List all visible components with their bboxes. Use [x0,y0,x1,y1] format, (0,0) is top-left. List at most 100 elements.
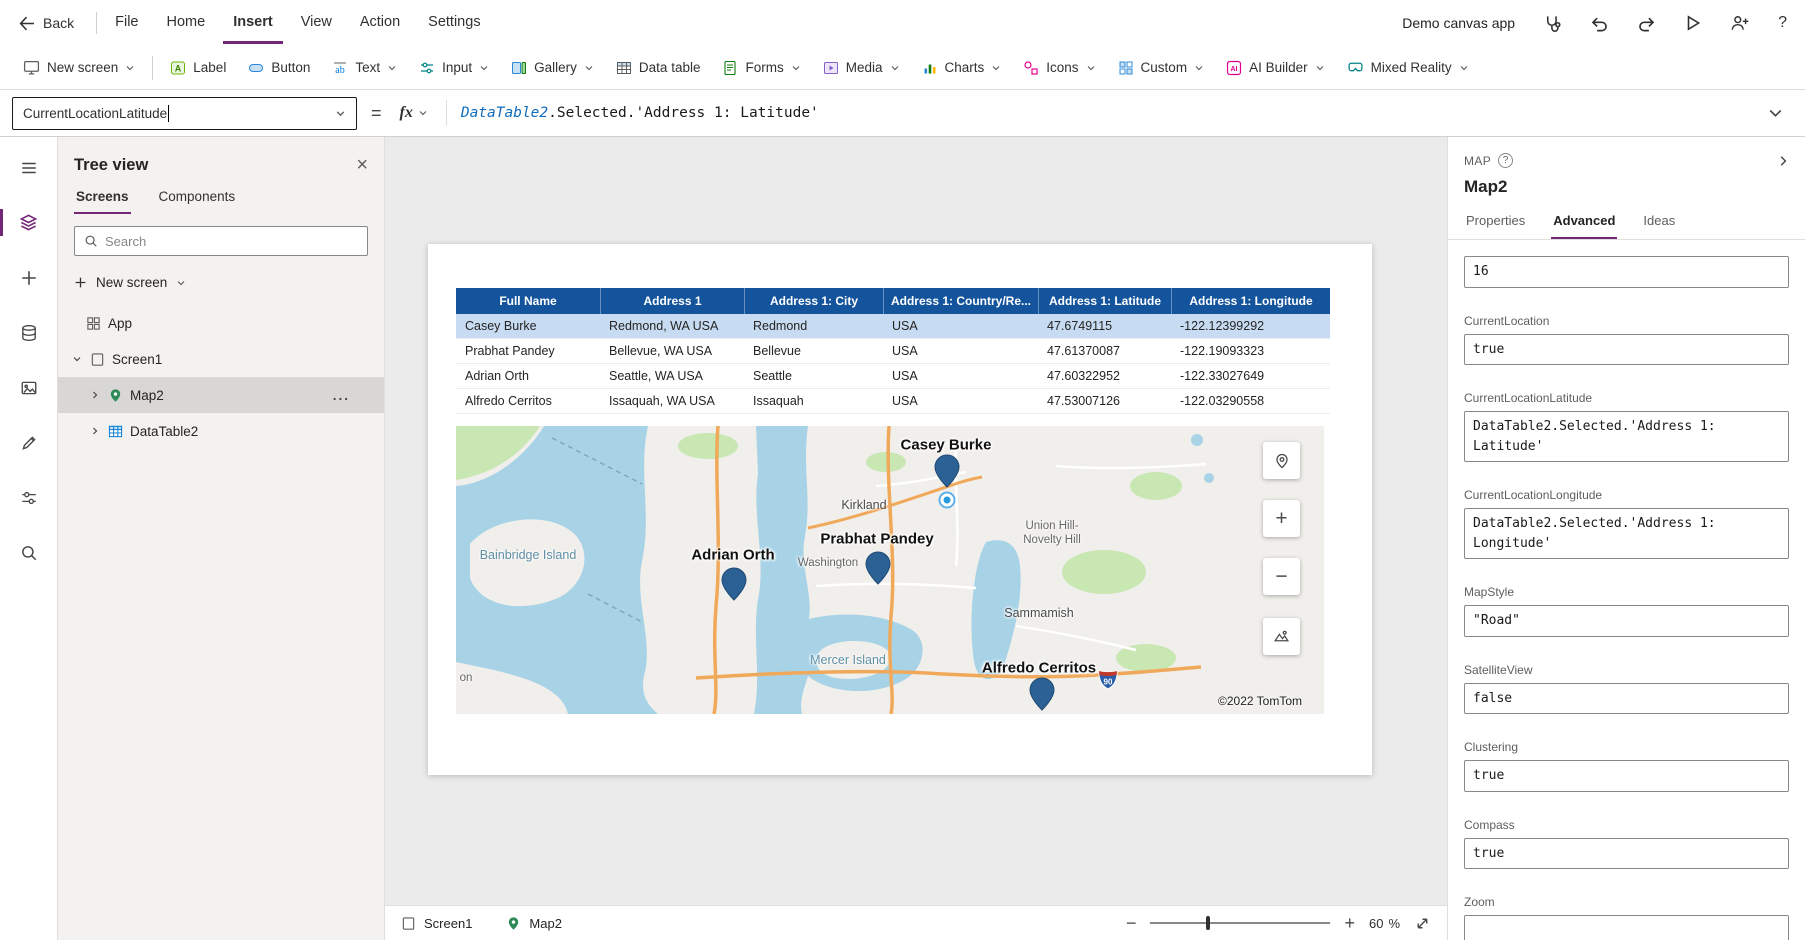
table-row[interactable]: Casey Burke Redmond, WA USA Redmond USA … [456,314,1330,339]
property-value-input[interactable]: true [1464,334,1789,366]
ribbon-new-screen[interactable]: New screen [12,51,146,84]
map-style-button[interactable] [1263,618,1300,655]
property-field: MapStyle "Road" [1464,585,1789,637]
formula-input[interactable]: DataTable2.Selected.'Address 1: Latitude… [461,105,819,121]
share-user-icon[interactable] [1730,13,1750,33]
ribbon-icons[interactable]: Icons [1012,52,1106,84]
ribbon-button[interactable]: Button [237,52,321,84]
property-value-input[interactable]: DataTable2.Selected.'Address 1: Longitud… [1464,508,1789,559]
back-button[interactable]: Back [18,15,74,32]
locate-me-button[interactable] [1263,442,1300,479]
advanced-properties-list: 16 CurrentLocation true CurrentLocationL… [1448,240,1805,940]
new-screen-button[interactable]: New screen [58,266,384,299]
advanced-tools-button[interactable] [0,415,58,470]
insert-button[interactable] [0,250,58,305]
charts-icon [922,60,938,76]
tab-components[interactable]: Components [157,183,238,214]
tree-view-button[interactable] [0,195,58,250]
app-checker-icon[interactable] [1543,14,1562,33]
canvas-zoom-in-button[interactable]: + [1344,913,1355,934]
ribbon-input[interactable]: Input [408,52,500,84]
search-button[interactable] [0,525,58,580]
redo-icon[interactable] [1637,14,1656,33]
property-value-input[interactable] [1464,915,1789,940]
ribbon-label[interactable]: A Label [159,52,237,84]
zoom-slider-handle[interactable] [1206,916,1210,930]
map-pin[interactable] [934,454,960,488]
chevron-right-icon[interactable] [89,426,101,436]
tab-advanced[interactable]: Advanced [1551,209,1617,239]
ribbon-mixed-reality[interactable]: Mixed Reality [1336,51,1480,84]
ribbon-forms[interactable]: Forms [711,52,811,84]
chevron-down-icon[interactable] [71,354,83,364]
property-value-input[interactable]: true [1464,760,1789,792]
table-row[interactable]: Adrian Orth Seattle, WA USA Seattle USA … [456,364,1330,389]
canvas-zoom-percent[interactable]: 60% [1369,916,1400,931]
menu-item-action[interactable]: Action [350,3,410,44]
menu-item-home[interactable]: Home [157,3,216,44]
tab-properties[interactable]: Properties [1464,209,1527,239]
canvas-zoom-slider[interactable] [1150,922,1330,924]
media-button[interactable] [0,360,58,415]
map-pin[interactable] [865,551,891,585]
canvas-zoom-out-button[interactable]: − [1126,913,1137,934]
menu-item-settings[interactable]: Settings [418,3,490,44]
formula-expand-button[interactable] [1758,100,1793,127]
data-button[interactable] [0,305,58,360]
plus-icon [20,269,38,287]
datatable2-control[interactable]: Full Name Address 1 Address 1: City Addr… [456,288,1330,414]
property-value-input[interactable]: 16 [1464,256,1789,288]
property-value-input[interactable]: DataTable2.Selected.'Address 1: Latitude… [1464,411,1789,462]
statusbar-screen-selector[interactable]: Screen1 [401,916,472,931]
ribbon-custom[interactable]: Custom [1107,52,1216,84]
property-label: CurrentLocation [1464,314,1789,328]
tree-item-datatable2[interactable]: DataTable2 [58,413,384,449]
tab-screens[interactable]: Screens [74,183,131,214]
property-selector[interactable]: CurrentLocationLatitude [12,97,357,130]
property-field: Compass true [1464,818,1789,870]
fullscreen-icon[interactable] [1414,915,1431,932]
ribbon-media[interactable]: Media [812,52,911,84]
menu-item-file[interactable]: File [105,3,148,44]
location-icon [1274,453,1290,469]
help-icon[interactable]: ? [1778,14,1787,32]
settings-button[interactable] [0,470,58,525]
app-screen-preview[interactable]: Full Name Address 1 Address 1: City Addr… [428,244,1372,775]
hamburger-menu-button[interactable] [0,140,58,195]
play-icon[interactable] [1684,14,1702,32]
collapse-panel-icon[interactable] [1777,155,1789,167]
property-value-input[interactable]: false [1464,683,1789,715]
chevron-down-icon [991,63,1001,73]
ribbon-data-table[interactable]: Data table [605,52,712,84]
menu-item-view[interactable]: View [291,3,342,44]
zoom-out-button[interactable]: − [1263,558,1300,595]
map-pin[interactable] [721,567,747,601]
fx-selector[interactable]: fx [396,104,432,122]
menu-item-insert[interactable]: Insert [223,3,283,44]
map2-control[interactable]: Kirkland Union Hill- Novelty Hill Bainbr… [456,426,1324,714]
tree-item-screen1[interactable]: Screen1 [58,341,384,377]
property-value-input[interactable]: "Road" [1464,605,1789,637]
ribbon-text[interactable]: ab Text [321,52,408,84]
help-circle-icon[interactable]: ? [1498,153,1513,168]
map-pin[interactable] [1029,677,1055,711]
tab-ideas[interactable]: Ideas [1641,209,1677,239]
tree-item-map2[interactable]: Map2 ... [58,377,384,413]
table-row[interactable]: Prabhat Pandey Bellevue, WA USA Bellevue… [456,339,1330,364]
ribbon-ai-builder[interactable]: AI AI Builder [1215,52,1336,84]
property-field: CurrentLocationLatitude DataTable2.Selec… [1464,391,1789,462]
ribbon-charts[interactable]: Charts [911,52,1013,84]
zoom-in-button[interactable]: + [1263,500,1300,537]
map-copyright: ©2022 TomTom [1218,694,1302,708]
statusbar-control-selector[interactable]: Map2 [506,916,562,931]
more-options-button[interactable]: ... [333,388,350,403]
table-row[interactable]: Alfredo Cerritos Issaquah, WA USA Issaqu… [456,389,1330,414]
ribbon-gallery[interactable]: Gallery [500,52,605,84]
tree-search-input[interactable] [105,234,358,249]
tree-item-app[interactable]: App [58,305,384,341]
close-icon[interactable]: × [356,155,368,175]
design-canvas[interactable]: Full Name Address 1 Address 1: City Addr… [385,137,1447,905]
property-value-input[interactable]: true [1464,838,1789,870]
chevron-right-icon[interactable] [89,390,101,400]
undo-icon[interactable] [1590,14,1609,33]
